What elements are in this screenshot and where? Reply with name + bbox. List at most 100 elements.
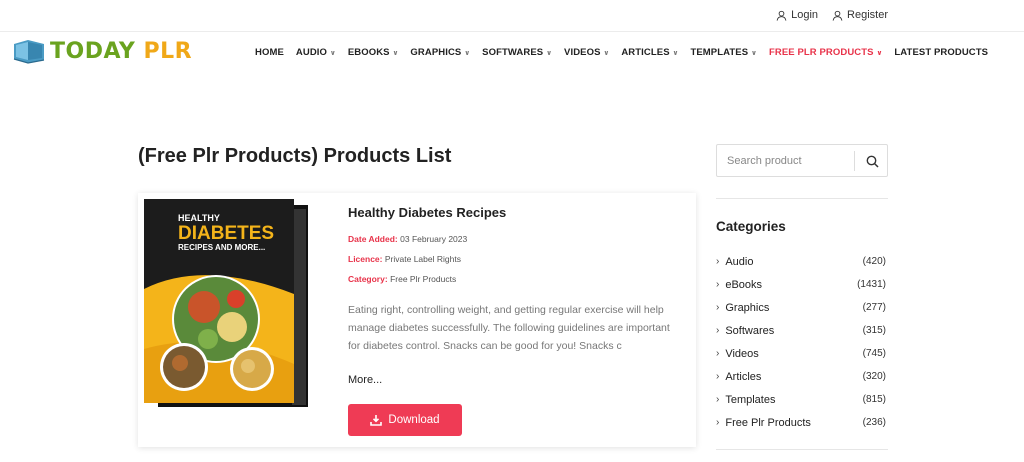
product-description: Eating right, controlling weight, and ge…: [348, 304, 670, 352]
nav-articles[interactable]: ARTICLES ∨: [621, 47, 678, 58]
category-count: (315): [862, 325, 886, 336]
chevron-down-icon: ∨: [751, 49, 757, 57]
category-value: Free Plr Products: [390, 274, 457, 284]
licence: Licence: Private Label Rights: [348, 254, 461, 264]
nav-graphics[interactable]: GRAPHICS ∨: [410, 47, 470, 58]
nav-free-plr-products[interactable]: FREE PLR PRODUCTS ∨: [769, 47, 882, 58]
nav-templates[interactable]: TEMPLATES ∨: [690, 47, 757, 58]
category-item-templates[interactable]: › Templates (815): [716, 388, 888, 411]
logo-text-today: TODAY: [50, 38, 136, 64]
category-label: eBooks: [725, 278, 763, 291]
nav-label: GRAPHICS: [410, 47, 462, 58]
chevron-down-icon: ∨: [546, 49, 553, 57]
category-item-softwares[interactable]: › Softwares (315): [716, 319, 888, 342]
chevron-down-icon: ∨: [464, 49, 471, 57]
nav-ebooks[interactable]: EBOOKS ∨: [348, 47, 399, 58]
category: Category: Free Plr Products: [348, 274, 456, 284]
main-navbar: TODAY PLR HOME AUDIO ∨ EBOOKS ∨ GRAPHICS ∨ …: [0, 32, 1024, 76]
login-link[interactable]: Login: [776, 9, 818, 21]
nav-home[interactable]: HOME: [255, 47, 284, 58]
more-link[interactable]: More...: [348, 374, 382, 386]
nav-label: EBOOKS: [347, 47, 390, 58]
cover-title-line2: DIABETES: [178, 223, 274, 244]
search-icon: [866, 155, 879, 168]
categories-list: › Audio (420) › eBooks (1431) › Graphics (277)…: [716, 250, 888, 434]
nav-label: AUDIO: [295, 47, 328, 58]
top-bar: Login Register: [0, 0, 1024, 32]
category-label: Videos: [725, 347, 759, 360]
nav-label: TEMPLATES: [690, 47, 749, 58]
user-icon: [776, 10, 787, 21]
categories-title: Categories: [716, 219, 786, 234]
category-label: Audio: [725, 255, 754, 268]
search-box: [716, 144, 888, 177]
nav-label: SOFTWARES: [482, 47, 544, 58]
chevron-right-icon: ›: [716, 279, 720, 290]
product-cover-image[interactable]: HEALTHY DIABETES RECIPES AND MORE...: [144, 199, 314, 409]
search-input[interactable]: [727, 152, 852, 170]
category-count: (815): [862, 394, 886, 405]
category-label: Graphics: [725, 301, 770, 314]
category-item-audio[interactable]: › Audio (420): [716, 250, 888, 273]
search-button[interactable]: [859, 150, 885, 172]
sidebar-divider: [716, 449, 888, 450]
user-plus-icon: [832, 10, 843, 21]
nav-label: LATEST PRODUCTS: [894, 47, 989, 58]
nav-audio[interactable]: AUDIO ∨: [296, 47, 336, 58]
nav-label: ARTICLES: [621, 47, 670, 58]
sidebar-divider: [716, 198, 888, 199]
main-menu: HOME AUDIO ∨ EBOOKS ∨ GRAPHICS ∨ SOFTWARES ∨…: [255, 47, 988, 58]
category-item-free-plr-products[interactable]: › Free Plr Products (236): [716, 411, 888, 434]
chevron-down-icon: ∨: [603, 49, 610, 57]
chevron-right-icon: ›: [716, 394, 720, 405]
category-count: (745): [862, 348, 886, 359]
chevron-down-icon: ∨: [672, 49, 679, 57]
licence-key: Licence:: [348, 254, 383, 264]
login-label: Login: [791, 9, 819, 21]
category-item-videos[interactable]: › Videos (745): [716, 342, 888, 365]
page-title: (Free Plr Products) Products List: [138, 145, 452, 167]
logo-text-plr: PLR: [143, 38, 193, 64]
book-logo-icon: [13, 40, 45, 64]
nav-softwares[interactable]: SOFTWARES ∨: [482, 47, 552, 58]
chevron-right-icon: ›: [716, 302, 720, 313]
nav-label: FREE PLR PRODUCTS: [768, 47, 874, 58]
account-links: Login Register: [776, 9, 888, 21]
register-label: Register: [847, 9, 888, 21]
chevron-down-icon: ∨: [392, 49, 399, 57]
nav-latest-products[interactable]: LATEST PRODUCTS: [894, 47, 988, 58]
nav-label: VIDEOS: [564, 47, 601, 58]
site-logo[interactable]: TODAY PLR: [12, 38, 192, 64]
category-item-graphics[interactable]: › Graphics (277): [716, 296, 888, 319]
category-count: (1431): [857, 279, 886, 290]
category-label: Free Plr Products: [725, 416, 811, 429]
chevron-right-icon: ›: [716, 256, 720, 267]
category-label: Templates: [725, 393, 776, 406]
date-added: Date Added: 03 February 2023: [348, 234, 467, 244]
category-key: Category:: [348, 274, 388, 284]
nav-videos[interactable]: VIDEOS ∨: [564, 47, 609, 58]
chevron-right-icon: ›: [716, 371, 720, 382]
date-added-value: 03 February 2023: [400, 234, 468, 244]
category-count: (236): [862, 417, 886, 428]
product-title[interactable]: Healthy Diabetes Recipes: [348, 205, 506, 220]
category-label: Articles: [725, 370, 762, 383]
licence-value: Private Label Rights: [384, 254, 461, 264]
category-count: (277): [862, 302, 886, 313]
category-item-ebooks[interactable]: › eBooks (1431): [716, 273, 888, 296]
search-divider: [854, 151, 855, 171]
product-card: HEALTHY DIABETES RECIPES AND MORE... Hea…: [138, 193, 696, 447]
download-label: Download: [388, 414, 440, 426]
chevron-right-icon: ›: [716, 325, 720, 336]
chevron-right-icon: ›: [716, 348, 720, 359]
category-count: (420): [862, 256, 886, 267]
category-item-articles[interactable]: › Articles (320): [716, 365, 888, 388]
date-added-key: Date Added:: [348, 234, 398, 244]
chevron-right-icon: ›: [716, 417, 720, 428]
logo-text: TODAY PLR: [50, 39, 192, 64]
category-count: (320): [862, 371, 886, 382]
chevron-down-icon: ∨: [330, 49, 336, 57]
register-link[interactable]: Register: [832, 9, 888, 21]
chevron-down-icon: ∨: [876, 49, 883, 57]
download-button[interactable]: Download: [348, 404, 462, 436]
